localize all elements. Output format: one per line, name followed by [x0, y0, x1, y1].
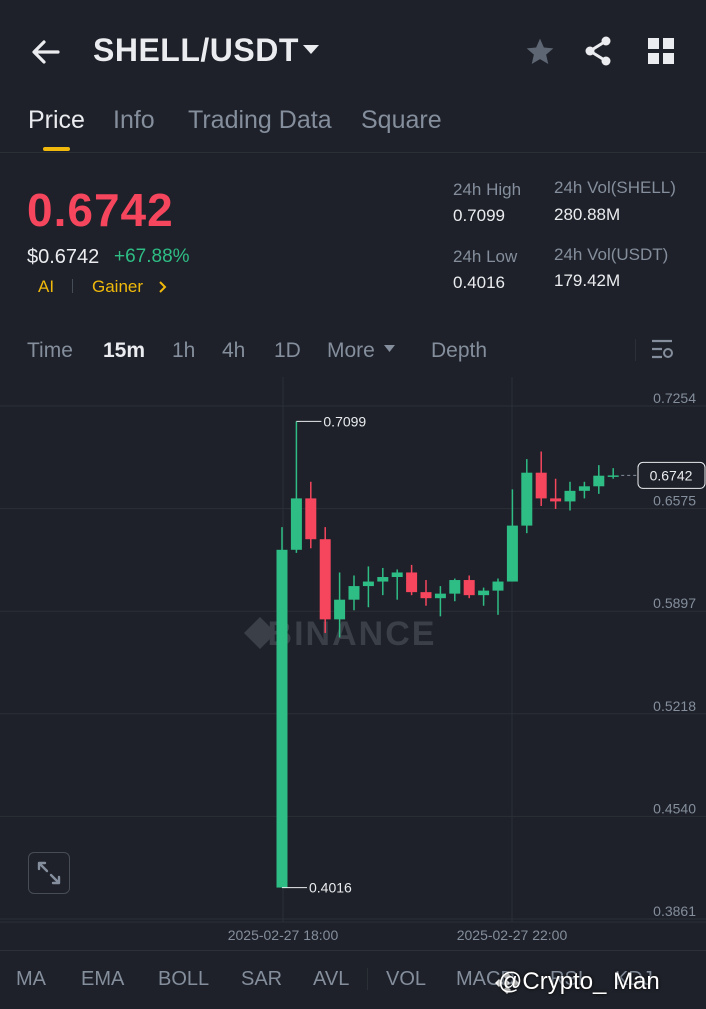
- tag-gainer[interactable]: Gainer: [92, 277, 143, 297]
- tab-price[interactable]: Price: [28, 106, 85, 135]
- candle-body: [463, 580, 475, 596]
- candle-body: [348, 586, 360, 600]
- more-caret-icon[interactable]: [383, 344, 396, 353]
- timebar-1d[interactable]: 1D: [274, 339, 301, 363]
- y-tick-label: 0.6575: [653, 493, 696, 509]
- high-marker-label: 0.7099: [323, 413, 366, 429]
- candle-body: [377, 577, 389, 582]
- low-marker-label: 0.4016: [309, 880, 352, 896]
- vol-base-label: 24h Vol(SHELL): [554, 178, 676, 197]
- candle-body: [434, 593, 446, 599]
- x-tick-label: 2025-02-27 18:00: [228, 927, 339, 943]
- x-tick-label: 2025-02-27 22:00: [457, 927, 568, 943]
- tab-square[interactable]: Square: [361, 106, 442, 135]
- chart-watermark: BINANCE: [268, 615, 437, 653]
- candle-body: [449, 580, 461, 594]
- candle-body: [550, 498, 562, 502]
- indicator-vol[interactable]: VOL: [386, 968, 426, 991]
- candle-body: [290, 498, 302, 550]
- timebar-4h[interactable]: 4h: [222, 339, 245, 363]
- timebar-time[interactable]: Time: [27, 339, 73, 363]
- candle-body: [535, 472, 547, 499]
- timebar-15m[interactable]: 15m: [103, 339, 145, 363]
- y-tick-label: 0.5897: [653, 595, 696, 611]
- expand-chart-button[interactable]: [28, 852, 70, 894]
- low-label: 24h Low: [453, 247, 518, 266]
- pair-title[interactable]: SHELL/USDT: [93, 32, 299, 69]
- candle-body: [305, 498, 317, 540]
- candle-body: [276, 549, 288, 888]
- y-tick-label: 0.7254: [653, 390, 696, 406]
- tab-trading-data[interactable]: Trading Data: [188, 106, 332, 135]
- tab-info[interactable]: Info: [113, 106, 155, 135]
- candle-body: [521, 472, 533, 526]
- back-arrow-icon[interactable]: [28, 34, 64, 70]
- candle-body: [406, 572, 418, 593]
- candlestick-chart[interactable]: 0.7254 0.6575 0.5897 0.5218 0.4540 0.3861 2025…: [0, 377, 706, 949]
- current-price-label: 0.6742: [650, 467, 693, 483]
- active-tab-indicator: [43, 147, 70, 151]
- timebar-separator: [635, 339, 636, 361]
- price-change-percent: +67.88%: [114, 246, 190, 267]
- chevron-right-icon[interactable]: [158, 280, 168, 294]
- chart-settings-icon[interactable]: [650, 338, 676, 362]
- timebar-1h[interactable]: 1h: [172, 339, 195, 363]
- usd-price: $0.6742: [27, 246, 100, 268]
- grid-icon[interactable]: [647, 37, 675, 65]
- candle-body: [391, 572, 403, 578]
- divider: [0, 152, 706, 153]
- candle-body: [607, 475, 619, 477]
- caret-down-icon[interactable]: [302, 44, 320, 56]
- indicator-avl[interactable]: AVL: [313, 968, 349, 991]
- indicator-ma[interactable]: MA: [16, 968, 46, 991]
- low-value: 0.4016: [453, 273, 505, 292]
- candle-body: [362, 581, 374, 587]
- tag-ai[interactable]: AI: [38, 277, 54, 297]
- indicator-ema[interactable]: EMA: [81, 968, 124, 991]
- expand-icon: [37, 861, 61, 885]
- vol-quote-label: 24h Vol(USDT): [554, 245, 669, 264]
- vol-quote-value: 179.42M: [554, 271, 621, 290]
- indicator-separator: [367, 968, 368, 990]
- indicator-boll[interactable]: BOLL: [158, 968, 209, 991]
- candle-body: [506, 525, 518, 582]
- candle-body: [420, 592, 432, 599]
- candle-body: [578, 486, 590, 491]
- candle-body: [492, 581, 504, 591]
- candle-body: [334, 599, 346, 620]
- timebar-more[interactable]: More: [327, 339, 375, 363]
- vol-base-value: 280.88M: [554, 205, 621, 224]
- high-label: 24h High: [453, 180, 522, 199]
- last-price: 0.6742: [27, 184, 174, 236]
- y-tick-label: 0.3861: [653, 903, 696, 919]
- high-value: 0.7099: [453, 206, 505, 225]
- indicator-sar[interactable]: SAR: [241, 968, 282, 991]
- candle-body: [593, 475, 605, 487]
- y-tick-label: 0.5218: [653, 698, 696, 714]
- candle-body: [564, 490, 576, 502]
- credit-watermark: @Crypto_ Man: [498, 968, 660, 995]
- timebar-depth[interactable]: Depth: [431, 339, 487, 363]
- star-icon[interactable]: [524, 36, 556, 68]
- candle-body: [478, 590, 490, 596]
- candle-body: [319, 539, 331, 620]
- y-tick-label: 0.4540: [653, 800, 696, 816]
- share-icon[interactable]: [582, 35, 614, 67]
- tag-separator: [72, 279, 73, 293]
